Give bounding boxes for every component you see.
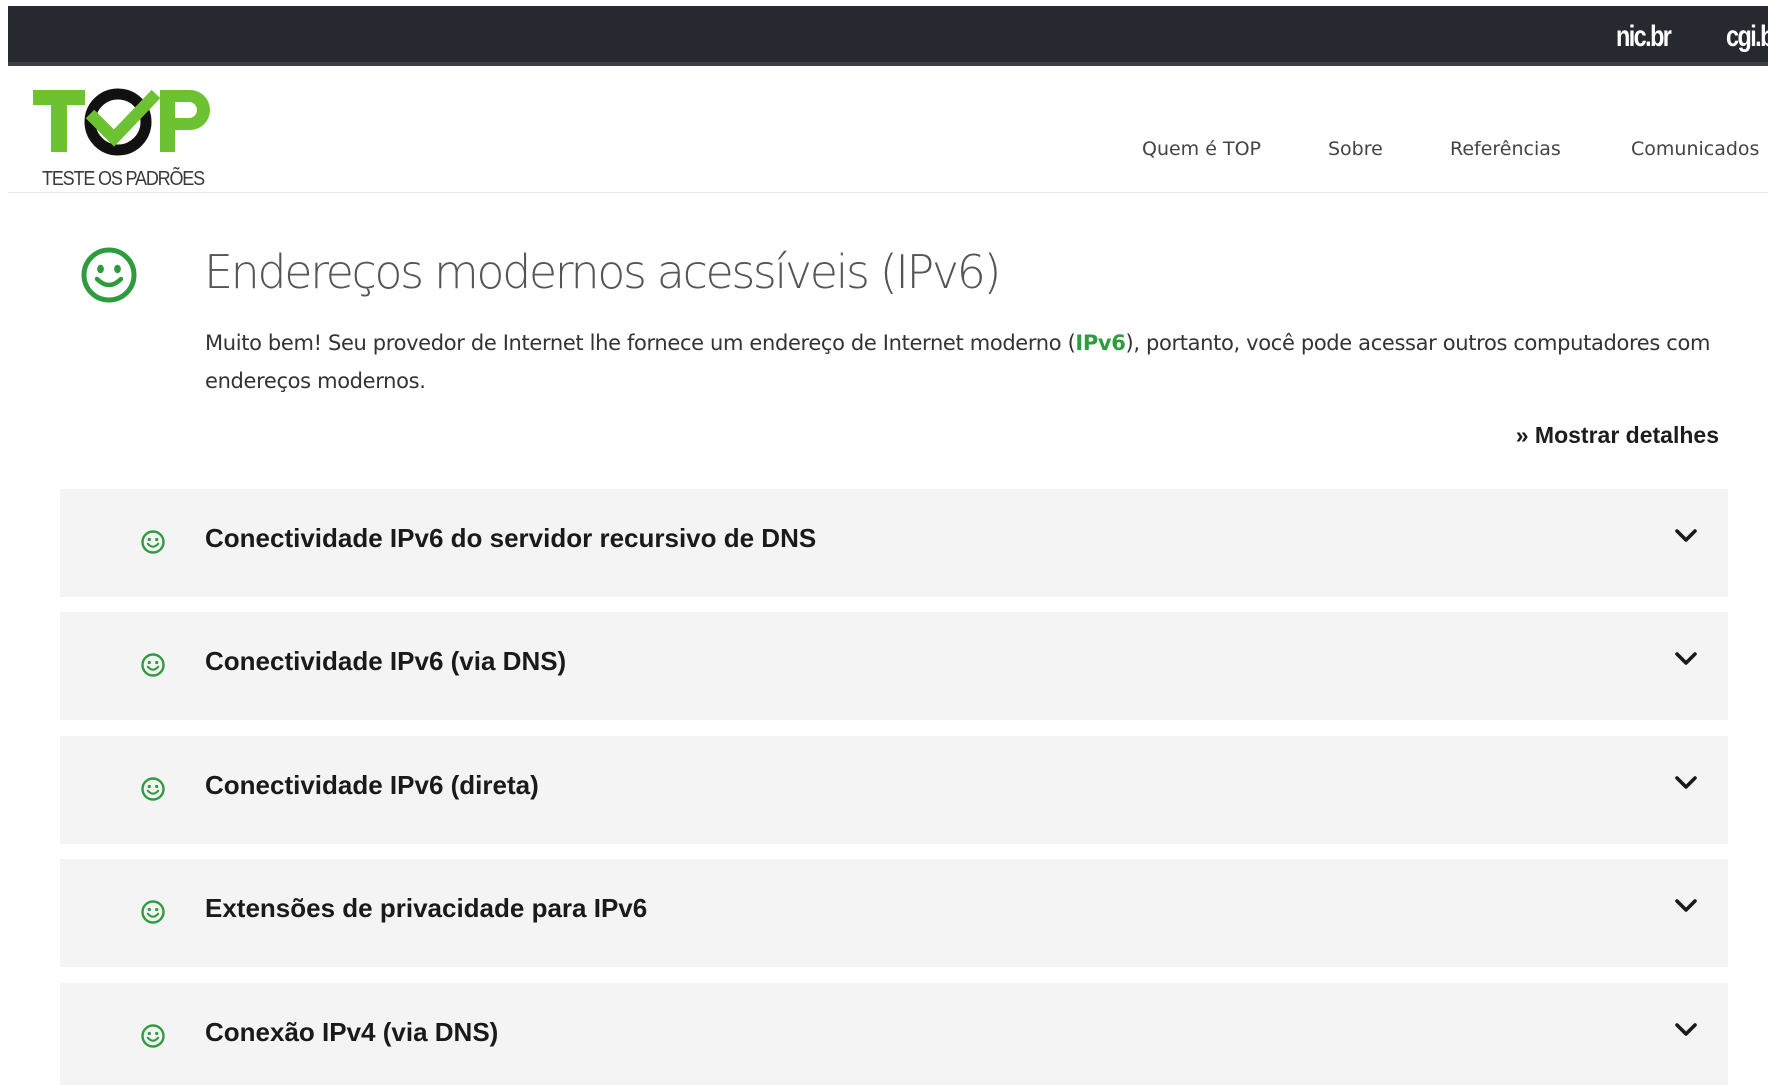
- page-title: Endereços modernos acessíveis (IPv6): [204, 245, 1001, 299]
- top-bar: nic.br cgi.br: [0, 0, 1768, 68]
- nav-comunicados[interactable]: Comunicados: [1631, 138, 1759, 160]
- accordion-label: Conectividade IPv6 do servidor recursivo…: [205, 523, 817, 553]
- accordion-label: Conectividade IPv6 (via DNS): [205, 646, 567, 676]
- accordion-item-ipv6-via-dns[interactable]: Conectividade IPv6 (via DNS): [60, 612, 1728, 720]
- show-details-link[interactable]: » Mostrar detalhes: [1516, 422, 1719, 449]
- chevron-down-icon[interactable]: [1674, 774, 1698, 792]
- chevron-down-icon[interactable]: [1674, 527, 1698, 545]
- chevron-down-icon[interactable]: [1674, 650, 1698, 668]
- accordion-item-ipv4-via-dns[interactable]: Conexão IPv4 (via DNS): [60, 983, 1728, 1085]
- smiley-icon: [80, 246, 138, 304]
- logo-subtitle: TESTE OS PADRÕES: [42, 168, 205, 190]
- top-bar-strip: nic.br cgi.br: [8, 6, 1768, 66]
- accordion-item-dns-resolver[interactable]: Conectividade IPv6 do servidor recursivo…: [60, 489, 1728, 597]
- top-logo[interactable]: TESTE OS PADRÕES: [24, 82, 214, 190]
- smiley-icon: [140, 1023, 166, 1049]
- nic-br-link[interactable]: nic.br: [1616, 20, 1672, 54]
- description-text: Muito bem! Seu provedor de Internet lhe …: [205, 331, 1076, 355]
- accordion-item-privacy-extensions[interactable]: Extensões de privacidade para IPv6: [60, 859, 1728, 967]
- smiley-icon: [140, 899, 166, 925]
- ipv6-highlight: IPv6: [1075, 331, 1126, 355]
- accordion-label: Conexão IPv4 (via DNS): [205, 1017, 499, 1047]
- top-logo-mark: [33, 88, 210, 156]
- page: nic.br cgi.br TESTE OS PADRÕES Quem é TO…: [0, 0, 1768, 1085]
- cgi-br-link[interactable]: cgi.br: [1726, 20, 1768, 54]
- smiley-icon: [140, 776, 166, 802]
- nav-quem-e-top[interactable]: Quem é TOP: [1142, 138, 1261, 160]
- chevron-down-icon[interactable]: [1674, 897, 1698, 915]
- accordion-label: Extensões de privacidade para IPv6: [205, 893, 648, 923]
- accordion-label: Conectividade IPv6 (direta): [205, 770, 539, 800]
- smiley-icon: [140, 652, 166, 678]
- nav-sobre[interactable]: Sobre: [1328, 138, 1383, 160]
- chevron-down-icon[interactable]: [1674, 1021, 1698, 1039]
- nav-referencias[interactable]: Referências: [1450, 138, 1561, 160]
- accordion-item-ipv6-direct[interactable]: Conectividade IPv6 (direta): [60, 736, 1728, 844]
- result-description: Muito bem! Seu provedor de Internet lhe …: [205, 324, 1745, 400]
- smiley-icon: [140, 529, 166, 555]
- site-header: TESTE OS PADRÕES Quem é TOP Sobre Referê…: [8, 70, 1768, 193]
